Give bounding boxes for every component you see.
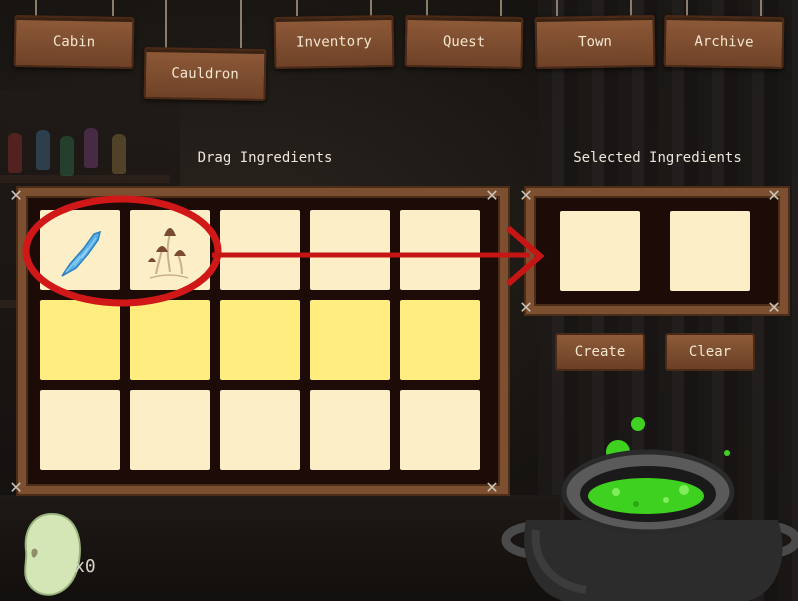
clear-button-label: Clear bbox=[688, 344, 732, 360]
potion-bubble-icon bbox=[724, 450, 730, 456]
cauldron[interactable] bbox=[496, 410, 798, 601]
create-button[interactable]: Create bbox=[555, 333, 645, 371]
potion-bubble-icon bbox=[631, 417, 645, 431]
create-button-label: Create bbox=[574, 344, 626, 360]
bean-count: x0 bbox=[74, 556, 96, 577]
potion-liquid bbox=[588, 478, 704, 514]
bean-icon bbox=[24, 512, 81, 596]
highlight-ring bbox=[22, 195, 222, 307]
clear-button[interactable]: Clear bbox=[665, 333, 755, 371]
